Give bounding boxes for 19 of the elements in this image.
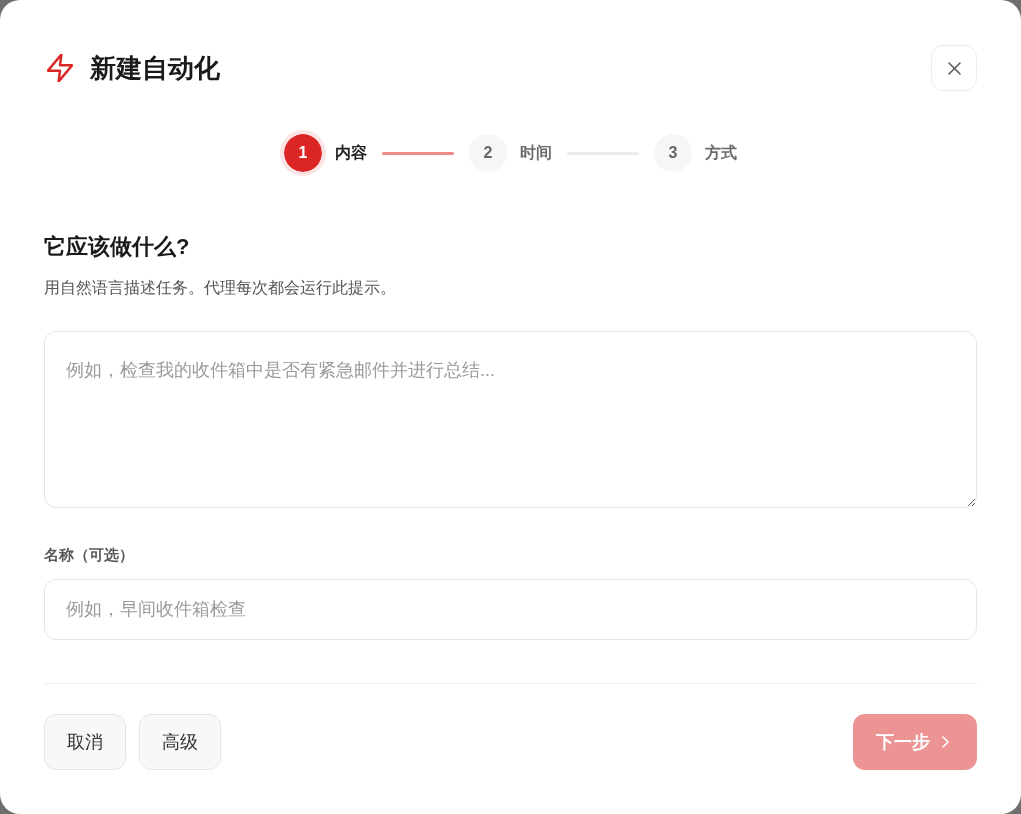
chevron-right-icon bbox=[942, 736, 949, 748]
section-heading: 它应该做什么? bbox=[44, 233, 191, 261]
step-label: 内容 bbox=[335, 143, 367, 163]
dialog-title: 新建自动化 bbox=[90, 52, 220, 85]
step-number[interactable]: 3 bbox=[654, 134, 692, 172]
close-button[interactable] bbox=[931, 45, 977, 91]
step-label: 时间 bbox=[520, 143, 552, 163]
step-connector bbox=[382, 151, 454, 155]
footer-button[interactable]: 高级 bbox=[139, 714, 221, 770]
name-field-label: 名称（可选） bbox=[44, 545, 135, 565]
footer-button[interactable]: 取消 bbox=[44, 714, 126, 770]
step-number[interactable]: 1 bbox=[280, 130, 326, 176]
prompt-textarea[interactable]: 例如，检查我的收件箱中是否有紧急邮件并进行总结... bbox=[44, 331, 977, 508]
name-input[interactable]: 例如，早间收件箱检查 bbox=[44, 579, 977, 640]
close-icon bbox=[947, 61, 961, 75]
lightning-icon bbox=[47, 54, 73, 82]
section-description: 用自然语言描述任务。代理每次都会运行此提示。 bbox=[44, 278, 397, 298]
step-number[interactable]: 2 bbox=[469, 134, 507, 172]
step-label: 方式 bbox=[705, 143, 737, 163]
